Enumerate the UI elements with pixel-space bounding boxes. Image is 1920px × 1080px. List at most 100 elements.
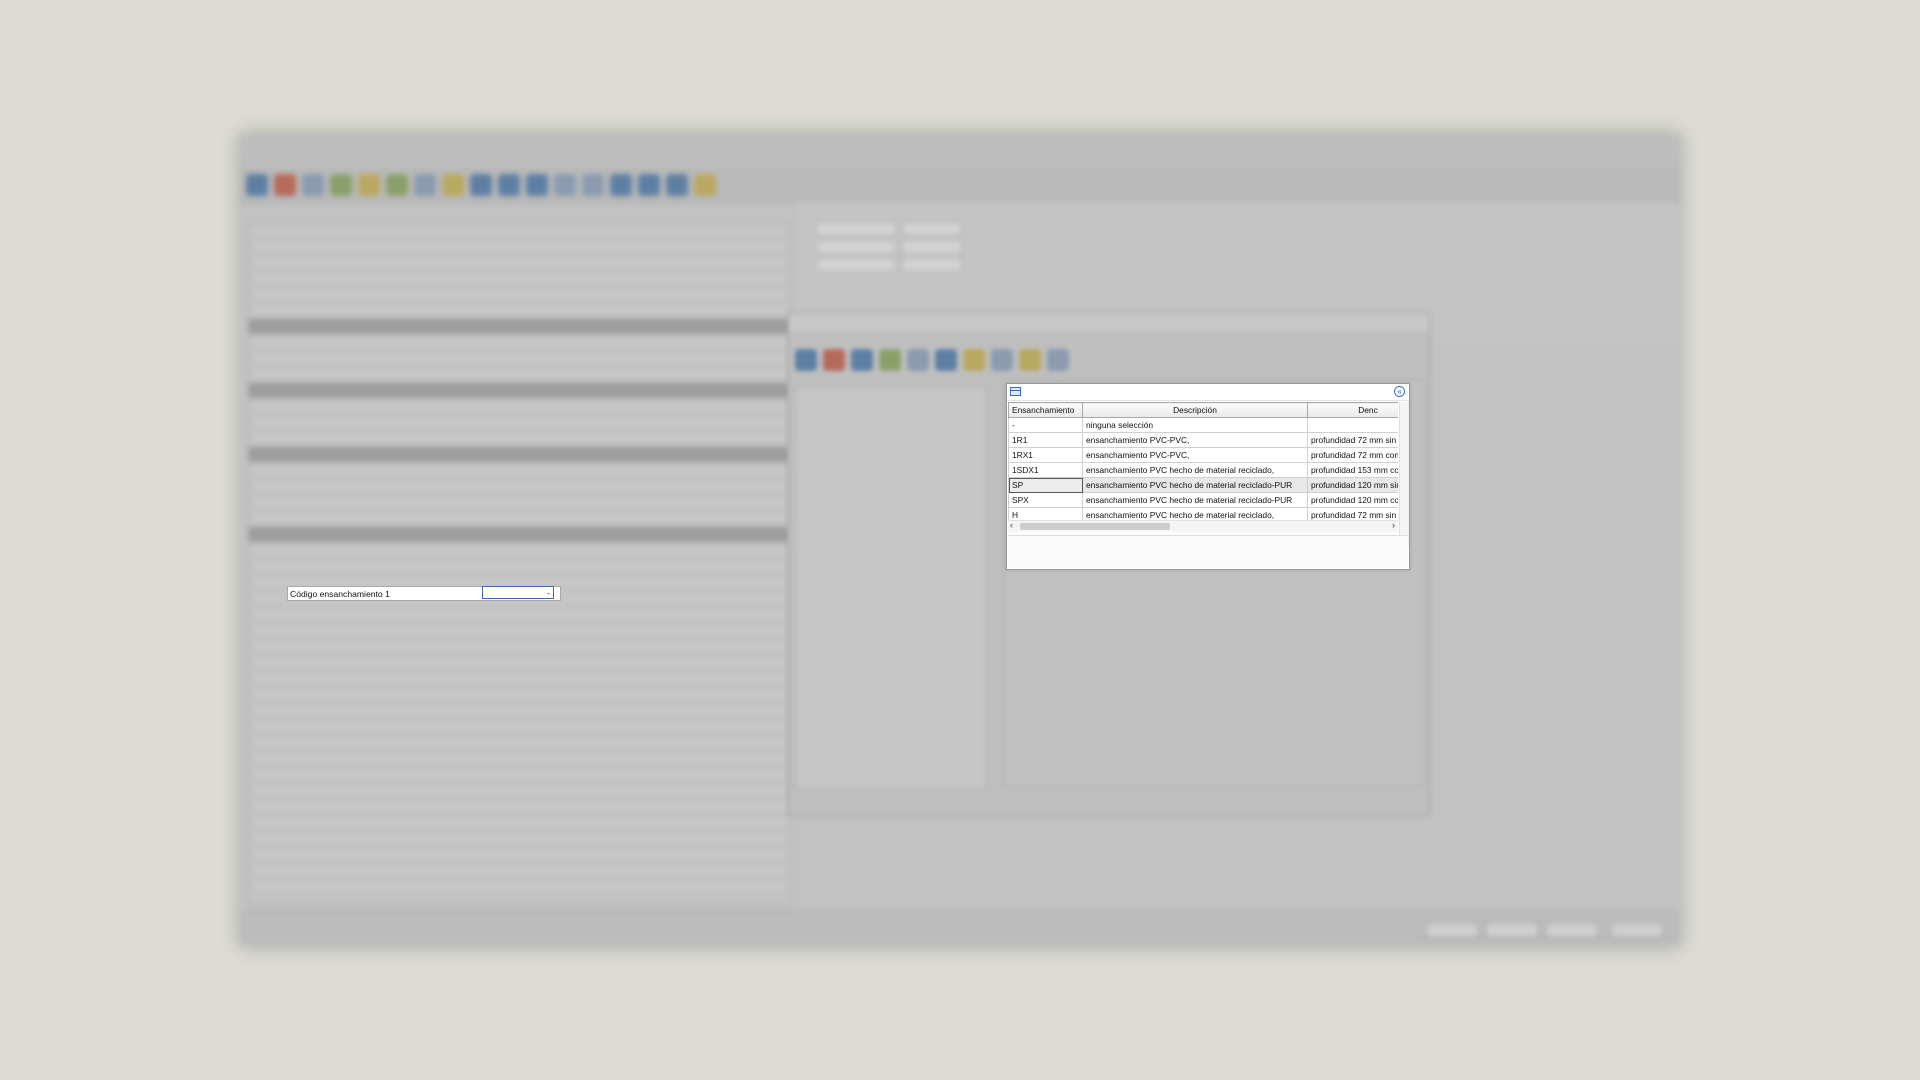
- lookup-row[interactable]: SPX ensanchamiento PVC hecho de material …: [1008, 492, 1398, 508]
- grid-row: [249, 751, 789, 767]
- grid-row: [249, 287, 789, 303]
- column-header-denc[interactable]: Denc: [1307, 402, 1398, 418]
- lookup-results-window: « Ensanchamiento Descripción Denc - ningu…: [1006, 383, 1410, 570]
- toolbar-icon[interactable]: [991, 349, 1013, 371]
- field[interactable]: [816, 240, 896, 254]
- toolbar-icon[interactable]: [414, 174, 436, 196]
- toolbar-icon[interactable]: [935, 349, 957, 371]
- cell-denc[interactable]: profundidad 120 mm sin r: [1307, 477, 1398, 493]
- toolbar-icon[interactable]: [582, 174, 604, 196]
- grid-row: [249, 703, 789, 719]
- grid-row: [249, 399, 789, 415]
- toolbar-icon[interactable]: [666, 174, 688, 196]
- bottom-button[interactable]: [1610, 922, 1664, 938]
- cell-ensanchamiento[interactable]: SPX: [1008, 492, 1083, 508]
- bottom-button[interactable]: [1425, 922, 1479, 938]
- cell-denc[interactable]: profundidad 72 mm sin re: [1307, 507, 1398, 520]
- toolbar-icon[interactable]: [498, 174, 520, 196]
- scroll-thumb[interactable]: [1020, 523, 1170, 530]
- cell-ensanchamiento[interactable]: -: [1008, 417, 1083, 433]
- toolbar-icon[interactable]: [554, 174, 576, 196]
- vertical-scrollbar[interactable]: [1399, 402, 1409, 547]
- lookup-row[interactable]: 1RX1 ensanchamiento PVC-PVC, profundidad 7…: [1008, 447, 1398, 463]
- property-value-field[interactable]: -: [482, 586, 554, 599]
- grid-row: [249, 879, 789, 895]
- grid-row: [249, 767, 789, 783]
- toolbar-icon[interactable]: [907, 349, 929, 371]
- cell-descripcion[interactable]: ensanchamiento PVC-PVC,: [1082, 447, 1308, 463]
- toolbar-icon[interactable]: [963, 349, 985, 371]
- toolbar-icon[interactable]: [795, 349, 817, 371]
- toolbar-icon[interactable]: [274, 174, 296, 196]
- toolbar-icon[interactable]: [470, 174, 492, 196]
- field[interactable]: [902, 240, 962, 254]
- toolbar-icon[interactable]: [358, 174, 380, 196]
- cell-descripcion[interactable]: ensanchamiento PVC hecho de material rec…: [1082, 477, 1308, 493]
- grid-row: [249, 559, 789, 575]
- cell-descripcion[interactable]: ensanchamiento PVC hecho de material rec…: [1082, 462, 1308, 478]
- lookup-header-row: Ensanchamiento Descripción Denc: [1008, 402, 1398, 418]
- toolbar-icon[interactable]: [694, 174, 716, 196]
- current-property-row[interactable]: Código ensanchamiento 1 -: [287, 586, 561, 601]
- bottom-button[interactable]: [1485, 922, 1539, 938]
- lookup-row[interactable]: SP ensanchamiento PVC hecho de material r…: [1008, 477, 1398, 493]
- cell-ensanchamiento[interactable]: 1RX1: [1008, 447, 1083, 463]
- lookup-row[interactable]: 1SDX1 ensanchamiento PVC hecho de materia…: [1008, 462, 1398, 478]
- app-menubar: [240, 152, 1680, 168]
- toolbar-icon[interactable]: [386, 174, 408, 196]
- cell-descripcion[interactable]: ninguna selección: [1082, 417, 1308, 433]
- toolbar-icon[interactable]: [330, 174, 352, 196]
- scroll-left-arrow[interactable]: ‹: [1010, 520, 1013, 530]
- grid-row: [249, 655, 789, 671]
- cell-denc[interactable]: profundidad 120 mm con: [1307, 492, 1398, 508]
- horizontal-scrollbar[interactable]: ‹ ›: [1008, 520, 1398, 532]
- grid-row: [249, 623, 789, 639]
- toolbar-icon[interactable]: [638, 174, 660, 196]
- cell-descripcion[interactable]: ensanchamiento PVC hecho de material rec…: [1082, 492, 1308, 508]
- property-label: Código ensanchamiento 1: [290, 588, 390, 599]
- cell-descripcion[interactable]: ensanchamiento PVC hecho de material rec…: [1082, 507, 1308, 520]
- toolbar-icon[interactable]: [610, 174, 632, 196]
- scroll-right-arrow[interactable]: ›: [1392, 520, 1395, 530]
- cell-denc[interactable]: profundidad 72 mm con r: [1307, 447, 1398, 463]
- toolbar-icon[interactable]: [823, 349, 845, 371]
- grid-row: [249, 319, 789, 335]
- cell-ensanchamiento[interactable]: 1R1: [1008, 432, 1083, 448]
- field[interactable]: [816, 222, 896, 236]
- column-header-ensanchamiento[interactable]: Ensanchamiento: [1008, 402, 1083, 418]
- lookup-row[interactable]: 1R1 ensanchamiento PVC-PVC, profundidad 72…: [1008, 432, 1398, 448]
- cell-denc[interactable]: [1307, 417, 1398, 433]
- toolbar-icon[interactable]: [526, 174, 548, 196]
- grid-row: [249, 415, 789, 431]
- collapse-icon[interactable]: «: [1394, 386, 1405, 397]
- grid-row: [249, 607, 789, 623]
- cell-ensanchamiento[interactable]: 1SDX1: [1008, 462, 1083, 478]
- toolbar-icon[interactable]: [246, 174, 268, 196]
- grid-icon[interactable]: [1010, 387, 1021, 396]
- toolbar-icon[interactable]: [302, 174, 324, 196]
- column-header-descripcion[interactable]: Descripción: [1082, 402, 1308, 418]
- cell-ensanchamiento[interactable]: SP: [1008, 477, 1083, 493]
- property-grid: [248, 222, 790, 911]
- lookup-row[interactable]: - ninguna selección: [1008, 417, 1398, 433]
- grid-row: [249, 719, 789, 735]
- bottom-button[interactable]: [1545, 922, 1599, 938]
- field[interactable]: [902, 258, 962, 272]
- grid-row: [249, 783, 789, 799]
- grid-row: [249, 431, 789, 447]
- cell-denc[interactable]: profundidad 153 mm con: [1307, 462, 1398, 478]
- lookup-row[interactable]: Hensanchamiento PVC hecho de material re…: [1008, 507, 1398, 520]
- app-toolbar: [240, 168, 1680, 203]
- cell-ensanchamiento[interactable]: H: [1008, 507, 1083, 520]
- field[interactable]: [816, 258, 896, 272]
- toolbar-icon[interactable]: [851, 349, 873, 371]
- field[interactable]: [902, 222, 962, 236]
- grid-row: [249, 895, 789, 911]
- cell-descripcion[interactable]: ensanchamiento PVC-PVC,: [1082, 432, 1308, 448]
- lookup-table-body: - ninguna selección 1R1 ensanchamiento PVC-…: [1008, 417, 1398, 520]
- toolbar-icon[interactable]: [1047, 349, 1069, 371]
- toolbar-icon[interactable]: [879, 349, 901, 371]
- toolbar-icon[interactable]: [442, 174, 464, 196]
- cell-denc[interactable]: profundidad 72 mm sin re: [1307, 432, 1398, 448]
- toolbar-icon[interactable]: [1019, 349, 1041, 371]
